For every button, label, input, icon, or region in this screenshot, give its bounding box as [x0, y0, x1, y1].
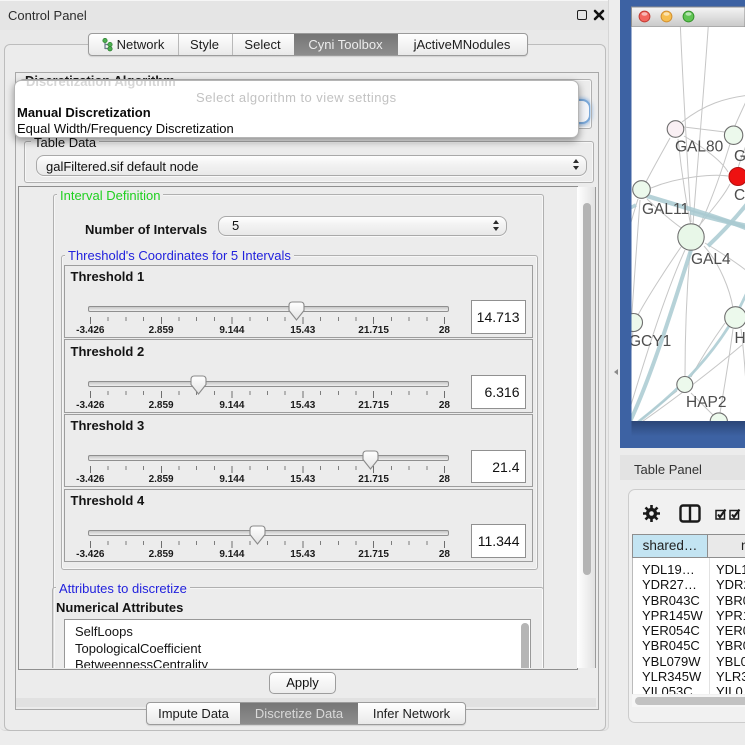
svg-text:C: C — [734, 187, 745, 204]
svg-text:GCY1: GCY1 — [629, 333, 671, 350]
svg-text:GAL4: GAL4 — [691, 251, 731, 268]
svg-text:HAP2: HAP2 — [686, 394, 727, 411]
svg-text:GAL11: GAL11 — [642, 201, 689, 218]
svg-text:H: H — [735, 330, 745, 347]
svg-text:GAL80: GAL80 — [675, 139, 724, 156]
svg-text:GA: GA — [734, 148, 745, 165]
